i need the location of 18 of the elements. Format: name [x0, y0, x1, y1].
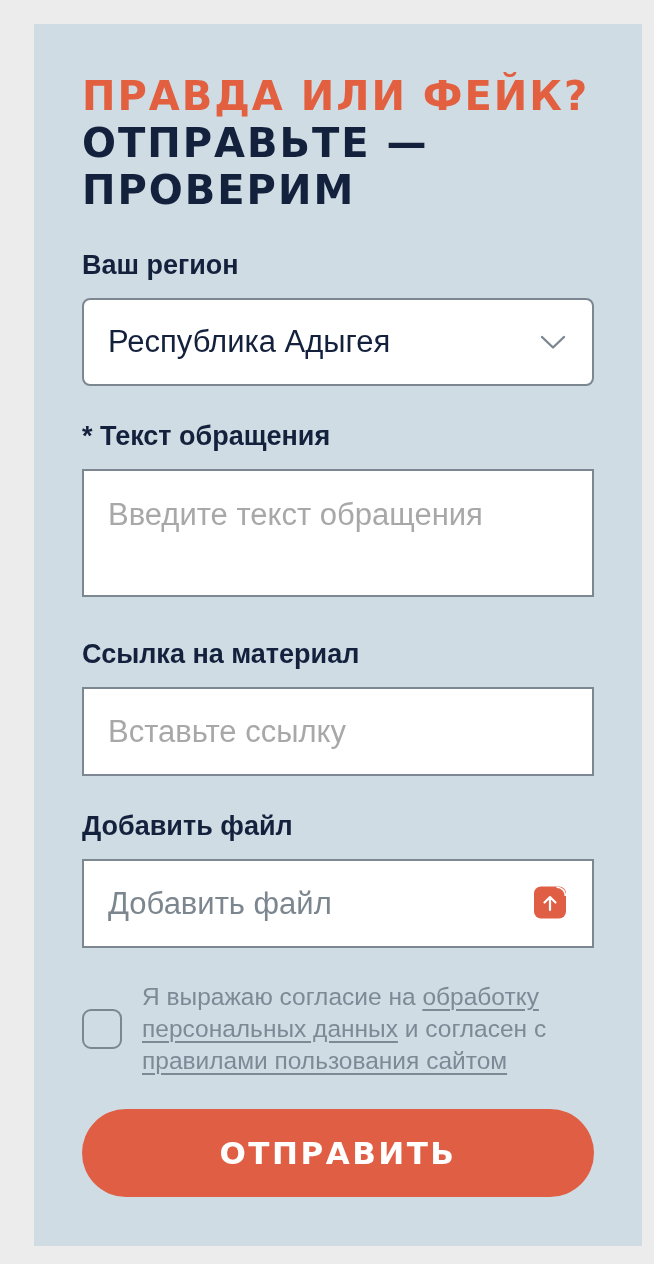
message-textarea[interactable]: Введите текст обращения — [82, 469, 594, 597]
chevron-down-icon — [540, 334, 566, 350]
consent-checkbox[interactable] — [82, 1009, 122, 1049]
consent-link[interactable]: персональных данных — [142, 1015, 398, 1042]
field-label: Ваш регион — [82, 249, 240, 281]
consent-text: Я выражаю согласие на обработку персональных данных и согласен с правилами пользования сайтом — [142, 982, 548, 1076]
link-input[interactable]: Вставьте ссылку — [82, 687, 594, 776]
heading-accent: ПРАВДА ИЛИ ФЕЙК? — [82, 73, 591, 120]
heading: ОТПРАВЬТЕ — ПРОВЕРИМ — [82, 120, 430, 214]
upload-icon[interactable] — [534, 886, 566, 919]
consent-link[interactable]: правилами пользования сайтом — [142, 1047, 508, 1074]
field-label: * Текст обращения — [82, 420, 332, 452]
file-input[interactable]: Добавить файл — [82, 859, 594, 948]
submit-button[interactable]: ОТПРАВИТЬ — [82, 1109, 594, 1197]
field-label: Ссылка на материал — [82, 638, 361, 670]
region-dropdown[interactable]: Республика Адыгея — [82, 298, 594, 386]
field-label: Добавить файл — [82, 810, 294, 842]
consent-link[interactable]: обработку — [422, 983, 539, 1010]
